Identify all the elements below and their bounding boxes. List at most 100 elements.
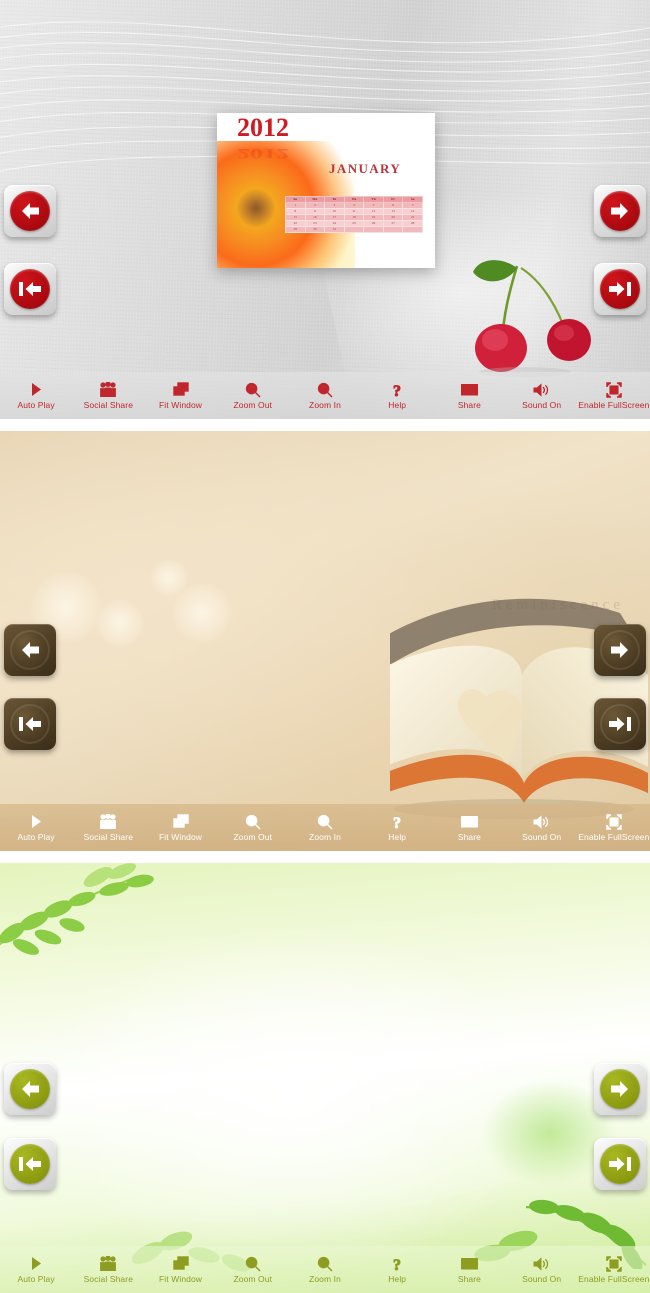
help-icon: ? [391, 1255, 403, 1272]
first-page-button[interactable] [4, 1138, 56, 1190]
toolbar-button-fit-window[interactable]: Fit Window [144, 372, 216, 419]
toolbar-button-help[interactable]: ? Help [361, 1246, 433, 1293]
toolbar-button-label: Social Share [83, 1274, 134, 1285]
prev-page-button[interactable] [4, 624, 56, 676]
toolbar-button-sound-on[interactable]: Sound On [506, 804, 578, 851]
fit-window-icon [172, 1255, 189, 1272]
prev-page-button[interactable] [4, 1063, 56, 1115]
prev-page-button[interactable] [4, 185, 56, 237]
toolbar-button-label: Zoom In [309, 1274, 341, 1285]
play-icon [31, 381, 42, 398]
toolbar-button-social-share[interactable]: Social Share [72, 804, 144, 851]
fullscreen-icon [606, 813, 622, 830]
toolbar-button-auto-play[interactable]: Auto Play [0, 804, 72, 851]
fit-window-icon [172, 813, 189, 830]
toolbar-button-zoom-in[interactable]: Zoom In [289, 1246, 361, 1293]
toolbar-button-label: Zoom Out [233, 400, 273, 411]
toolbar-button-zoom-out[interactable]: Zoom Out [217, 372, 289, 419]
toolbar-button-sound-on[interactable]: Sound On [506, 372, 578, 419]
toolbar-button-label: Share [457, 832, 482, 843]
toolbar-button-auto-play[interactable]: Auto Play [0, 1246, 72, 1293]
toolbar-button-label: Fit Window [159, 832, 203, 843]
toolbar[interactable]: Auto Play Social Share Fit Window Zoom Out Z… [0, 804, 650, 851]
last-page-button[interactable] [594, 263, 646, 315]
toolbar-button-sound-on[interactable]: Sound On [506, 1246, 578, 1293]
zoom-out-icon [245, 813, 261, 830]
calendar-day-cell[interactable]: 31 [324, 225, 345, 233]
first-page-button[interactable] [4, 263, 56, 315]
toolbar-button-label: Help [388, 832, 407, 843]
arrow-left-to-bar-icon [10, 269, 50, 309]
toolbar-button-zoom-in[interactable]: Zoom In [289, 804, 361, 851]
toolbar-button-help[interactable]: ? Help [361, 372, 433, 419]
help-icon: ? [391, 813, 403, 830]
calendar-month-label: JANUARY [329, 161, 402, 176]
social-share-icon [100, 1255, 117, 1272]
arrow-left-icon [10, 630, 50, 670]
envelope-icon [460, 1255, 478, 1272]
toolbar-button-share[interactable]: Share [433, 1246, 505, 1293]
calendar-year-label: 2012 2012 [237, 113, 289, 162]
zoom-in-icon [317, 381, 333, 398]
toolbar-button-label: Help [388, 400, 407, 411]
calendar-day-cell[interactable]: 30 [304, 225, 326, 233]
toolbar-button-label: Auto Play [17, 832, 55, 843]
fullscreen-icon [606, 1255, 622, 1272]
first-page-button[interactable] [4, 698, 56, 750]
calendar-day-cell[interactable] [343, 225, 365, 233]
calendar-grid: Su Mo Tu We Th Fr Sa 1 2 3 4 5 6 7 8 9 10 11 12 13 14 15 16 17 1… [285, 196, 423, 233]
toolbar-button-fit-window[interactable]: Fit Window [144, 1246, 216, 1293]
toolbar-button-enable-fullscreen[interactable]: Enable FullScreen [578, 372, 650, 419]
toolbar-button-social-share[interactable]: Social Share [72, 372, 144, 419]
bokeh-decoration [172, 583, 232, 643]
last-page-button[interactable] [594, 1138, 646, 1190]
next-page-button[interactable] [594, 185, 646, 237]
toolbar-button-social-share[interactable]: Social Share [72, 1246, 144, 1293]
social-share-icon [100, 813, 117, 830]
calendar-day-cell[interactable] [382, 225, 404, 233]
toolbar-button-label: Zoom Out [233, 832, 273, 843]
toolbar-button-label: Share [457, 400, 482, 411]
arrow-left-icon [10, 1069, 50, 1109]
social-share-icon [100, 381, 117, 398]
toolbar-button-help[interactable]: ? Help [361, 804, 433, 851]
arrow-right-icon [600, 1069, 640, 1109]
calendar-page-january[interactable]: 2012 2012 JANUARY Su Mo Tu We Th Fr Sa 1 2 3 4 5 6 7 8… [217, 113, 435, 268]
toolbar-button-zoom-in[interactable]: Zoom In [289, 372, 361, 419]
arrow-right-icon [600, 630, 640, 670]
panel-separator [0, 851, 650, 863]
help-icon: ? [391, 381, 403, 398]
january-panel: 2012 2012 JANUARY Su Mo Tu We Th Fr Sa 1 2 3 4 5 6 7 8… [0, 0, 650, 419]
arrow-right-icon [600, 191, 640, 231]
toolbar-button-label: Enable FullScreen [578, 400, 650, 411]
speaker-icon [533, 1255, 550, 1272]
toolbar-button-label: Fit Window [159, 1274, 203, 1285]
toolbar-button-fit-window[interactable]: Fit Window [144, 804, 216, 851]
toolbar-button-zoom-out[interactable]: Zoom Out [217, 804, 289, 851]
toolbar-button-enable-fullscreen[interactable]: Enable FullScreen [578, 1246, 650, 1293]
toolbar-button-enable-fullscreen[interactable]: Enable FullScreen [578, 804, 650, 851]
toolbar-button-label: Zoom Out [233, 1274, 273, 1285]
toolbar-button-auto-play[interactable]: Auto Play [0, 372, 72, 419]
calendar-day-cell[interactable] [402, 225, 423, 233]
calendar-day-cell[interactable]: 29 [285, 225, 306, 233]
toolbar-button-share[interactable]: Share [433, 804, 505, 851]
toolbar-button-zoom-out[interactable]: Zoom Out [217, 1246, 289, 1293]
last-page-button[interactable] [594, 698, 646, 750]
next-page-button[interactable] [594, 1063, 646, 1115]
toolbar[interactable]: Auto Play Social Share Fit Window Zoom Out Z… [0, 1246, 650, 1293]
play-icon [31, 813, 42, 830]
calendar-day-cell[interactable] [363, 225, 384, 233]
speaker-icon [533, 813, 550, 830]
arrow-left-to-bar-icon [10, 1144, 50, 1184]
arrow-left-to-bar-icon [10, 704, 50, 744]
next-page-button[interactable] [594, 624, 646, 676]
toolbar-button-share[interactable]: Share [433, 372, 505, 419]
svg-text:?: ? [393, 1257, 401, 1272]
toolbar-button-label: Share [457, 1274, 482, 1285]
toolbar[interactable]: Auto Play Social Share Fit Window Zoom Out Z… [0, 372, 650, 419]
toolbar-button-label: Sound On [522, 832, 562, 843]
fullscreen-icon [606, 381, 622, 398]
envelope-icon [460, 381, 478, 398]
toolbar-button-label: Social Share [83, 832, 134, 843]
